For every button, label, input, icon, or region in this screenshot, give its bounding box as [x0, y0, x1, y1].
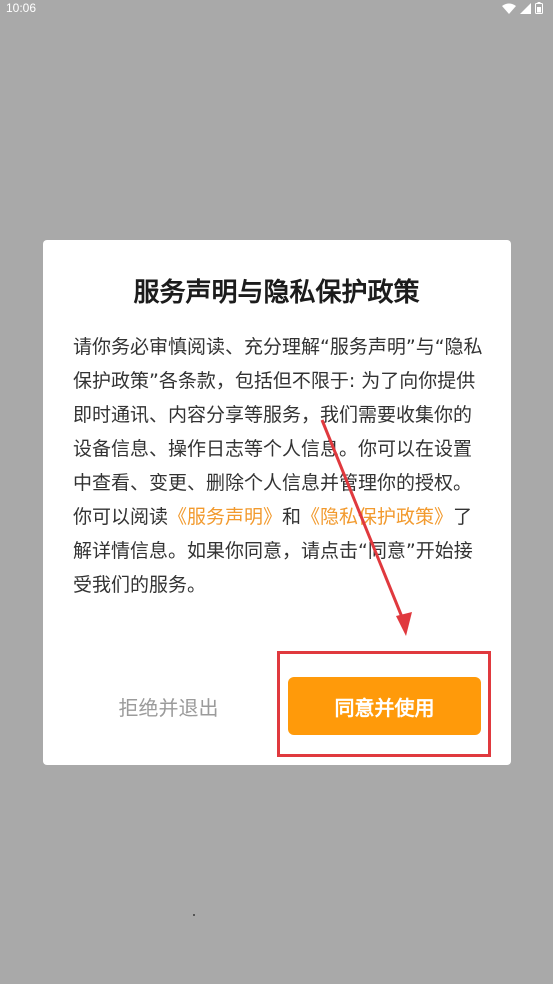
decline-button[interactable]: 拒绝并退出	[86, 678, 251, 734]
dialog-paragraph-2: 你可以阅读《服务声明》和《隐私保护政策》了解详情信息。如果你同意，请点击“同意”…	[73, 500, 485, 602]
dialog-paragraph-1: 请你务必审慎阅读、充分理解“服务声明”与“隐私保护政策”各条款，包括但不限于: …	[73, 336, 483, 494]
dialog-body: 请你务必审慎阅读、充分理解“服务声明”与“隐私保护政策”各条款，包括但不限于: …	[73, 330, 485, 602]
battery-icon	[535, 0, 543, 18]
privacy-policy-link[interactable]: 《隐私保护政策》	[301, 506, 453, 528]
status-bar: 10:06	[0, 0, 553, 16]
status-time: 10:06	[6, 1, 37, 15]
screen-speck	[193, 914, 195, 916]
status-icons	[502, 1, 543, 14]
paragraph-2-and: 和	[282, 506, 302, 528]
dialog-title: 服务声明与隐私保护政策	[133, 278, 420, 308]
signal-icon	[520, 0, 531, 18]
paragraph-2-prefix: 你可以阅读	[73, 506, 169, 528]
agree-button[interactable]: 同意并使用	[288, 677, 481, 735]
service-statement-link[interactable]: 《服务声明》	[168, 506, 282, 528]
wifi-icon	[502, 0, 516, 18]
